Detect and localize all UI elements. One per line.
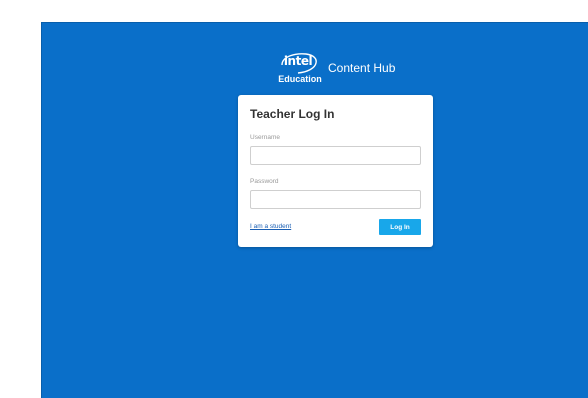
screen: intel Education Content Hub Teacher Log …	[0, 0, 588, 398]
intel-logo-icon: intel Education	[277, 52, 323, 88]
brand-header: intel Education Content Hub	[277, 52, 437, 88]
password-label: Password	[250, 178, 279, 185]
top-margin	[0, 0, 588, 22]
username-label: Username	[250, 134, 280, 141]
login-button[interactable]: Log In	[379, 219, 421, 235]
username-field[interactable]	[250, 146, 421, 165]
logo-word: intel	[283, 54, 313, 68]
left-margin	[0, 0, 41, 398]
login-title: Teacher Log In	[250, 107, 335, 121]
login-page: intel Education Content Hub Teacher Log …	[41, 22, 588, 398]
logo-subtitle: Education	[278, 74, 322, 84]
password-field[interactable]	[250, 190, 421, 209]
login-card: Teacher Log In Username Password I am a …	[238, 95, 433, 247]
student-login-link[interactable]: I am a student	[250, 223, 291, 230]
product-name: Content Hub	[328, 61, 396, 75]
